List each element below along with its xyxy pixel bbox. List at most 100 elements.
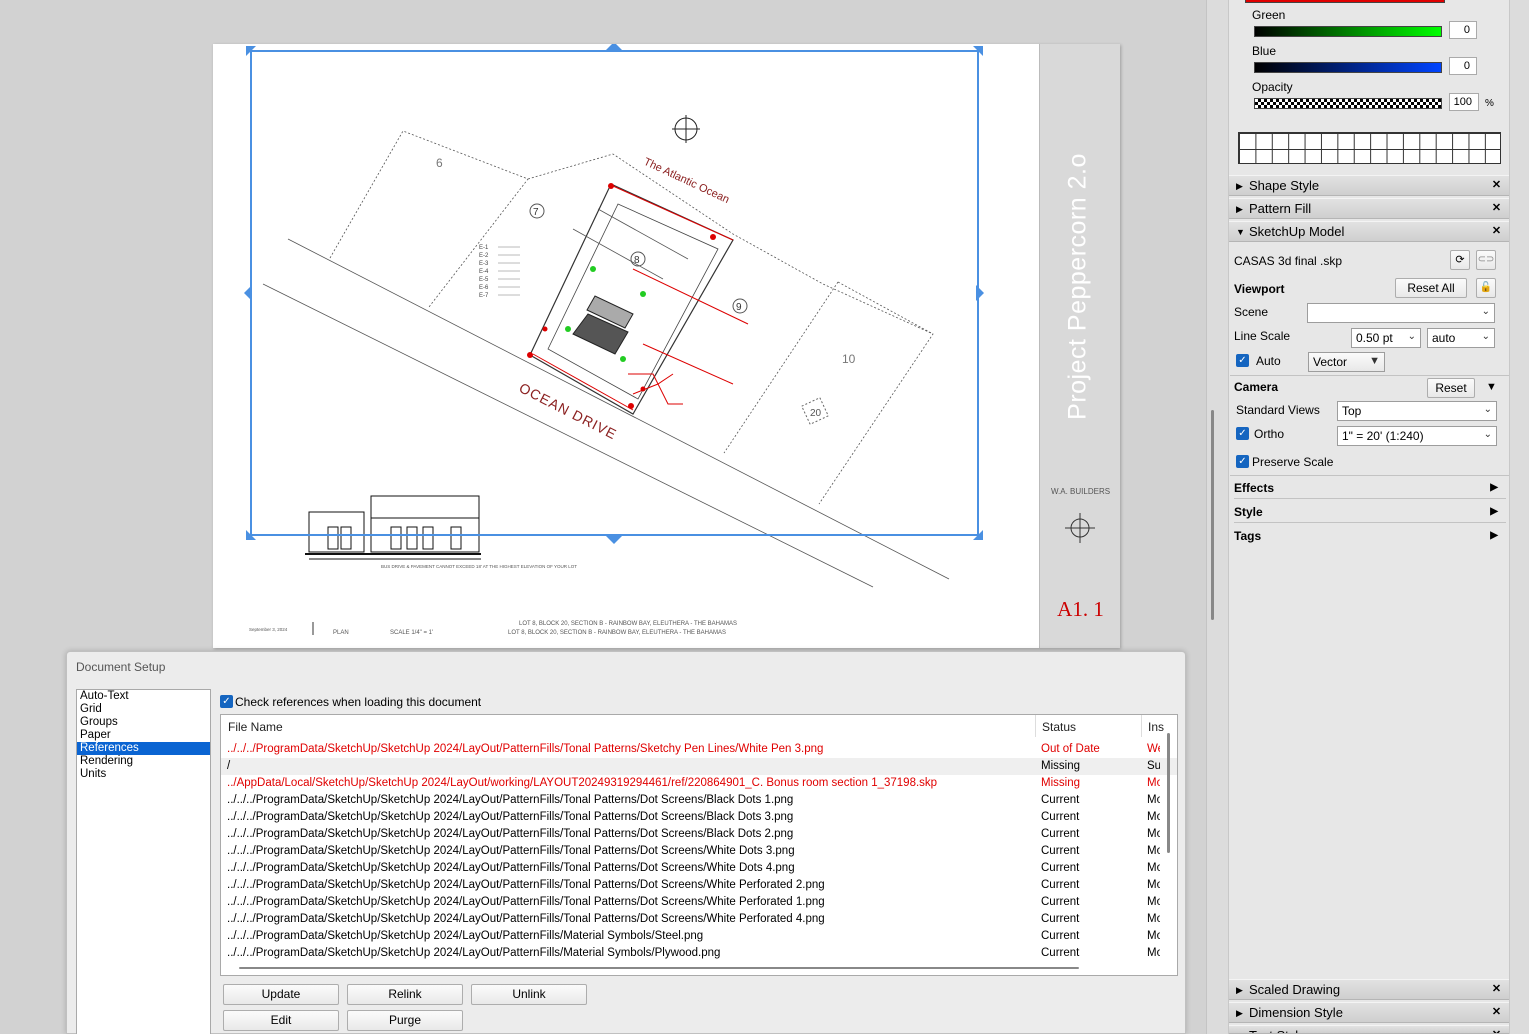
auto-label: Auto	[1256, 354, 1281, 368]
table-cell-ins: Mo	[1147, 777, 1160, 789]
edit-button[interactable]: Edit	[223, 1010, 339, 1031]
layout-sheet[interactable]: 6 7 8 9 10 20 The Atlantic Ocean OCEAN D…	[213, 44, 1120, 648]
lot-number: 6	[436, 156, 443, 170]
nav-item-references[interactable]: References	[77, 742, 210, 755]
shape-style-header[interactable]: ▶ Shape Style ✕	[1229, 175, 1509, 196]
horizontal-scrollbar[interactable]	[239, 967, 1079, 969]
tags-section[interactable]: Tags ▶	[1234, 525, 1506, 547]
effects-section[interactable]: Effects ▶	[1234, 477, 1506, 499]
standard-views-label: Standard Views	[1236, 403, 1320, 417]
link-icon[interactable]: ⊂⊃	[1476, 250, 1496, 270]
legend-item: E-6	[479, 285, 489, 291]
column-header-status[interactable]: Status	[1042, 720, 1076, 734]
render-mode-select[interactable]: Vector ▼	[1308, 352, 1385, 372]
table-row[interactable]: ../../../ProgramData/SketchUp/SketchUp 2…	[221, 860, 1177, 877]
panel-splitter[interactable]	[1211, 410, 1214, 620]
nav-item-rendering[interactable]: Rendering	[77, 755, 210, 768]
table-cell-status: Current	[1041, 862, 1080, 874]
blue-label: Blue	[1252, 44, 1277, 58]
purge-button[interactable]: Purge	[347, 1010, 463, 1031]
project-title: Project Peppercorn 2.o	[1063, 153, 1092, 420]
opacity-slider[interactable]	[1254, 98, 1442, 109]
line-scale-mode-select[interactable]: auto ⌄	[1427, 328, 1495, 348]
table-row[interactable]: ../../../ProgramData/SketchUp/SketchUp 2…	[221, 877, 1177, 894]
road-label: OCEAN DRIVE	[517, 379, 620, 442]
ocean-label: The Atlantic Ocean	[642, 156, 731, 206]
refresh-icon[interactable]: ⟳	[1450, 250, 1470, 270]
table-cell-status: Current	[1041, 896, 1080, 908]
pattern-fill-header[interactable]: ▶ Pattern Fill ✕	[1229, 198, 1509, 219]
ortho-scale-select[interactable]: 1" = 20' (1:240) ⌄	[1337, 426, 1497, 446]
standard-views-select[interactable]: Top ⌄	[1337, 401, 1497, 421]
table-row[interactable]: ../../../ProgramData/SketchUp/SketchUp 2…	[221, 928, 1177, 945]
table-cell-status: Current	[1041, 794, 1080, 806]
viewport-selection[interactable]	[244, 44, 984, 544]
table-row[interactable]: ../AppData/Local/SketchUp/SketchUp 2024/…	[221, 775, 1177, 792]
ortho-checkbox[interactable]: ✓	[1236, 427, 1249, 440]
table-row[interactable]: ../../../ProgramData/SketchUp/SketchUp 2…	[221, 826, 1177, 843]
table-cell-file: ../../../ProgramData/SketchUp/SketchUp 2…	[227, 879, 825, 891]
color-swatches[interactable]	[1238, 132, 1501, 164]
style-section[interactable]: Style ▶	[1234, 501, 1506, 523]
close-icon[interactable]: ✕	[1490, 179, 1503, 192]
check-references-label: Check references when loading this docum…	[235, 695, 482, 709]
close-icon[interactable]: ✕	[1490, 202, 1503, 215]
close-icon[interactable]: ✕	[1490, 1006, 1503, 1019]
lock-icon[interactable]: 🔓	[1476, 278, 1496, 298]
lot-number: 7	[533, 207, 539, 218]
opacity-value[interactable]: 100	[1449, 93, 1479, 111]
update-button[interactable]: Update	[223, 984, 339, 1005]
triangle-down-icon[interactable]: ▼	[1486, 381, 1497, 393]
chevron-down-icon: ⌄	[1481, 331, 1490, 342]
table-row[interactable]: ../../../ProgramData/SketchUp/SketchUp 2…	[221, 945, 1177, 962]
close-icon[interactable]: ✕	[1490, 1029, 1503, 1033]
column-header-ins[interactable]: Ins	[1148, 720, 1164, 734]
blue-value[interactable]: 0	[1449, 57, 1477, 75]
triangle-right-icon: ▶	[1490, 506, 1498, 517]
unlink-button[interactable]: Unlink	[471, 984, 587, 1005]
table-row[interactable]: ../../../ProgramData/SketchUp/SketchUp 2…	[221, 911, 1177, 928]
table-row[interactable]: ../../../ProgramData/SketchUp/SketchUp 2…	[221, 741, 1177, 758]
line-scale-select[interactable]: 0.50 pt ⌄	[1351, 328, 1421, 348]
nav-item-paper[interactable]: Paper	[77, 729, 210, 742]
site-plan-drawing[interactable]: 6 7 8 9 10 20 The Atlantic Ocean OCEAN D…	[213, 44, 1039, 648]
green-value[interactable]: 0	[1449, 21, 1477, 39]
check-references-checkbox[interactable]: ✓	[220, 695, 233, 708]
dimension-style-header[interactable]: ▶ Dimension Style ✕	[1229, 1002, 1509, 1023]
scaled-drawing-header[interactable]: ▶ Scaled Drawing ✕	[1229, 979, 1509, 1000]
vertical-scrollbar[interactable]	[1167, 733, 1170, 853]
nav-item-units[interactable]: Units	[77, 768, 210, 781]
relink-button[interactable]: Relink	[347, 984, 463, 1005]
preserve-scale-checkbox[interactable]: ✓	[1236, 455, 1249, 468]
text-style-header[interactable]: ▶Text Style✕	[1229, 1025, 1509, 1034]
nav-item-grid[interactable]: Grid	[77, 703, 210, 716]
table-row[interactable]: ../../../ProgramData/SketchUp/SketchUp 2…	[221, 894, 1177, 911]
table-cell-status: Current	[1041, 828, 1080, 840]
chevron-down-icon: ⌄	[1483, 429, 1492, 440]
table-cell-ins: Mo	[1147, 947, 1160, 959]
close-icon[interactable]: ✕	[1490, 983, 1503, 996]
builder-name: W.A. BUILDERS	[1050, 487, 1111, 496]
ortho-label: Ortho	[1254, 427, 1285, 441]
close-icon[interactable]: ✕	[1490, 225, 1503, 238]
table-cell-status: Missing	[1041, 760, 1080, 772]
footer-scale: SCALE 1/4" = 1'	[390, 630, 433, 636]
nav-item-groups[interactable]: Groups	[77, 716, 210, 729]
table-row[interactable]: ../../../ProgramData/SketchUp/SketchUp 2…	[221, 792, 1177, 809]
nav-item-auto-text[interactable]: Auto-Text	[77, 690, 210, 703]
table-cell-status: Current	[1041, 947, 1080, 959]
table-row[interactable]: ../../../ProgramData/SketchUp/SketchUp 2…	[221, 843, 1177, 860]
column-header-file-name[interactable]: File Name	[228, 720, 283, 734]
table-row[interactable]: ../../../ProgramData/SketchUp/SketchUp 2…	[221, 809, 1177, 826]
auto-checkbox[interactable]: ✓	[1236, 354, 1249, 367]
blue-slider[interactable]	[1254, 62, 1442, 73]
table-cell-file: ../../../ProgramData/SketchUp/SketchUp 2…	[227, 743, 824, 755]
red-slider[interactable]	[1245, 0, 1445, 3]
reset-all-button[interactable]: Reset All	[1395, 278, 1467, 298]
sketchup-model-header[interactable]: ▼ SketchUp Model ✕	[1229, 221, 1509, 242]
green-slider[interactable]	[1254, 26, 1442, 37]
table-cell-ins: Mo	[1147, 828, 1160, 840]
scene-select[interactable]: ⌄	[1307, 303, 1495, 323]
table-row[interactable]: / Missing Su	[221, 758, 1177, 775]
camera-reset-button[interactable]: Reset	[1427, 378, 1475, 398]
